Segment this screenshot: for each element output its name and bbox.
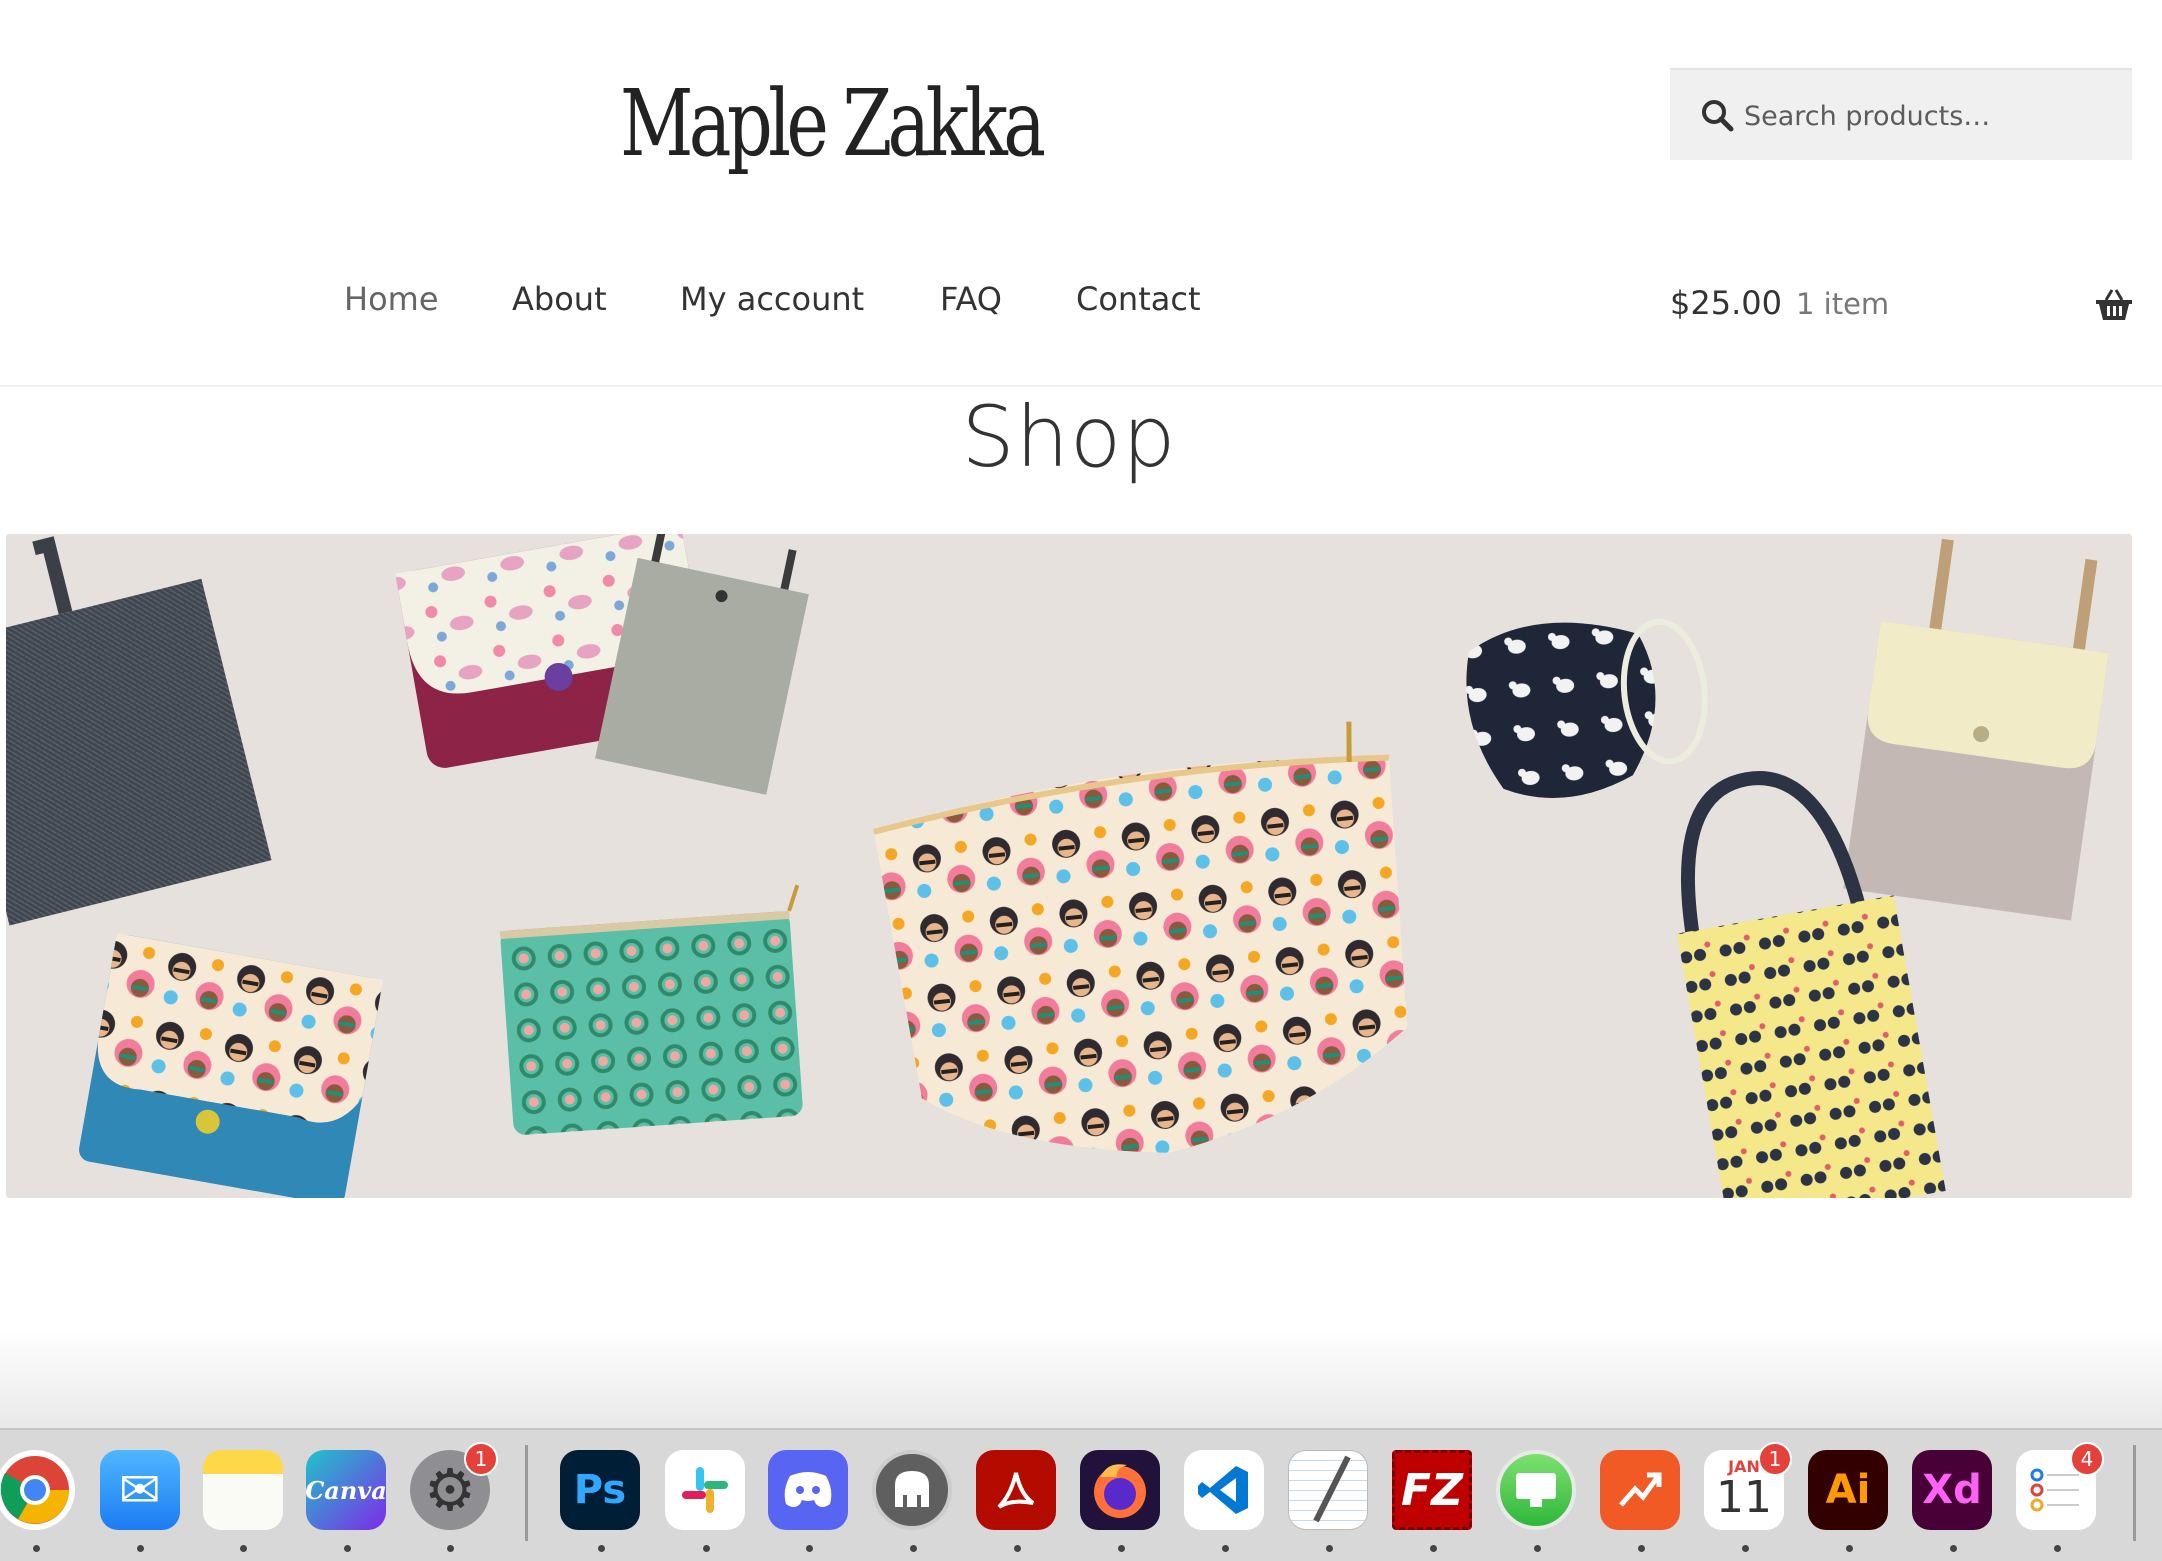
running-indicator	[910, 1545, 917, 1552]
notification-badge: 4	[2070, 1442, 2104, 1476]
running-indicator	[240, 1545, 247, 1552]
running-indicator	[1846, 1545, 1853, 1552]
mamp-elephant-icon[interactable]	[872, 1450, 952, 1530]
running-indicator	[137, 1545, 144, 1552]
running-indicator	[1950, 1545, 1957, 1552]
system-settings-icon[interactable]: ⚙ 1	[410, 1442, 498, 1530]
chrome-icon[interactable]	[0, 1450, 75, 1530]
running-indicator	[1326, 1545, 1333, 1552]
nav-item-about[interactable]: About	[512, 280, 607, 318]
running-indicator	[703, 1545, 710, 1552]
nav-item-my-account[interactable]: My account	[680, 280, 864, 318]
notification-badge: 1	[1758, 1442, 1792, 1476]
bags-illustration	[6, 534, 2109, 1198]
acrobat-logo-icon	[997, 1472, 1035, 1509]
firefox-logo-icon	[1094, 1464, 1146, 1518]
acrobat-icon[interactable]	[976, 1450, 1056, 1530]
macos-dock: ✉ Canva ⚙ 1 Ps FZ JAN 11 1 Ai Xd 4	[0, 1428, 2162, 1561]
running-indicator	[1222, 1545, 1229, 1552]
shop-banner-image	[6, 534, 2132, 1198]
mail-icon[interactable]: ✉	[100, 1450, 180, 1530]
screen-sharing-icon[interactable]	[1496, 1450, 1576, 1530]
photoshop-icon[interactable]: Ps	[560, 1450, 640, 1530]
calendar-icon[interactable]: JAN 11 1	[1704, 1442, 1792, 1530]
dock-backdrop	[0, 1330, 2162, 1430]
running-indicator	[2054, 1545, 2061, 1552]
slack-icon[interactable]	[665, 1450, 745, 1530]
nav-item-home[interactable]: Home	[344, 280, 439, 318]
page-title: Shop	[961, 388, 1177, 486]
running-indicator	[1534, 1545, 1541, 1552]
running-indicator	[1014, 1545, 1021, 1552]
pen-icon	[1313, 1455, 1351, 1523]
running-indicator	[1118, 1545, 1125, 1552]
illustrator-icon[interactable]: Ai	[1808, 1450, 1888, 1530]
dock-separator	[525, 1445, 528, 1541]
cart-item-count: 1 item	[1795, 287, 1890, 321]
stats-app-icon[interactable]	[1600, 1450, 1680, 1530]
running-indicator	[598, 1545, 605, 1552]
running-indicator	[1430, 1545, 1437, 1552]
vscode-logo-icon	[1198, 1466, 1248, 1514]
running-indicator	[447, 1545, 454, 1552]
notification-badge: 1	[464, 1442, 498, 1476]
cart-summary[interactable]: $25.00 1 item	[1670, 284, 1889, 322]
running-indicator	[1638, 1545, 1645, 1552]
cart-amount: $25.00	[1670, 284, 1782, 322]
running-indicator	[806, 1545, 813, 1552]
dock-separator	[2133, 1445, 2136, 1541]
nav-item-contact[interactable]: Contact	[1076, 280, 1201, 318]
site-header: Maple Zakka Home About My account FAQ Co…	[0, 0, 2162, 387]
teal-zip-pouch	[499, 884, 803, 1135]
faces-print-pouch	[873, 721, 1408, 1153]
discord-icon[interactable]	[768, 1450, 848, 1530]
search-icon	[1702, 100, 1734, 132]
notes-icon[interactable]	[203, 1450, 283, 1530]
firefox-icon[interactable]	[1080, 1450, 1160, 1530]
polar-bear-mask	[1466, 618, 1708, 798]
filezilla-icon[interactable]: FZ	[1392, 1450, 1472, 1530]
elephant-icon	[895, 1471, 929, 1507]
reminders-icon[interactable]: 4	[2016, 1442, 2104, 1530]
canva-icon[interactable]: Canva	[305, 1450, 387, 1530]
monitor-icon	[1516, 1473, 1556, 1507]
nav-item-faq[interactable]: FAQ	[940, 280, 1002, 318]
running-indicator	[1742, 1545, 1749, 1552]
product-search[interactable]	[1670, 68, 2132, 162]
denim-crossbody-bag	[6, 536, 272, 926]
running-indicator	[344, 1545, 351, 1552]
blue-flap-bag	[79, 933, 383, 1198]
textedit-icon[interactable]	[1288, 1450, 1368, 1530]
adobe-xd-icon[interactable]: Xd	[1912, 1450, 1992, 1530]
running-indicator	[33, 1545, 40, 1552]
beige-flap-pouch	[1843, 538, 2109, 921]
slack-logo-icon	[682, 1467, 728, 1513]
search-input[interactable]	[1742, 70, 2116, 162]
checklist-icon	[2030, 1468, 2079, 1512]
trend-arrow-icon	[1619, 1472, 1662, 1507]
discord-logo-icon	[784, 1472, 832, 1507]
vscode-icon[interactable]	[1184, 1450, 1264, 1530]
site-logo[interactable]: Maple Zakka	[620, 70, 1046, 177]
chrome-logo-icon	[0, 1456, 69, 1524]
basket-icon[interactable]	[2094, 288, 2134, 322]
